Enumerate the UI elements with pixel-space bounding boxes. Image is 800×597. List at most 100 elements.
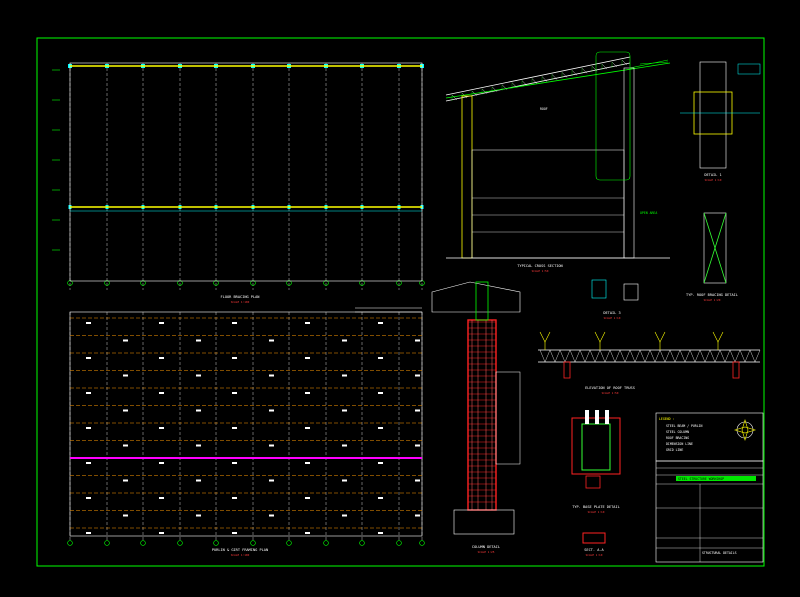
plan-bottom-tag-1-9 xyxy=(415,339,420,342)
plan-bottom-tag-2-0 xyxy=(86,357,91,359)
legend-item-3: ROOF BRACING xyxy=(666,436,689,440)
plan-bottom-tag-0-2 xyxy=(159,322,164,324)
plan-bottom-tag-12-0 xyxy=(86,532,91,534)
plan-bottom-tag-10-2 xyxy=(159,497,164,499)
column-scale: SCALE 1:25 xyxy=(478,550,495,554)
plan-bottom-tag-5-9 xyxy=(415,409,420,412)
plan-bottom-tag-3-3 xyxy=(196,374,201,377)
plan-bottom-tag-11-9 xyxy=(415,514,420,517)
plan-bottom-tag-7-1 xyxy=(123,444,128,447)
plan-bottom-tag-11-5 xyxy=(269,514,274,517)
plan-bottom-tag-8-8 xyxy=(378,462,383,464)
plan-bottom-tag-2-2 xyxy=(159,357,164,359)
plan-bottom-tag-2-4 xyxy=(232,357,237,359)
detail-2-title: TYP. ROOF BRACING DETAIL xyxy=(686,293,738,297)
plan-bottom-tag-2-8 xyxy=(378,357,383,359)
plan-bottom-tag-9-7 xyxy=(342,479,347,482)
detail-2-scale: SCALE 1:20 xyxy=(704,298,721,302)
detail-1-scale: SCALE 1:10 xyxy=(705,178,722,182)
plan-bottom-tag-5-5 xyxy=(269,409,274,412)
plan-bottom-tag-6-8 xyxy=(378,427,383,429)
detail-3-title: DETAIL 3 xyxy=(603,311,620,315)
plan-bottom-tag-1-1 xyxy=(123,339,128,342)
plan-bottom-tag-3-1 xyxy=(123,374,128,377)
base-plate-scale: SCALE 1:10 xyxy=(588,510,605,514)
plan-bottom-tag-8-0 xyxy=(86,462,91,464)
plan-bottom-tag-1-7 xyxy=(342,339,347,342)
plan-bottom-tag-6-4 xyxy=(232,427,237,429)
legend-item-4: DIMENSION LINE xyxy=(666,442,693,446)
anchor-bolt-3 xyxy=(605,410,609,424)
plan-bottom-scale: SCALE 1:100 xyxy=(231,553,250,557)
plan-top-title: FLOOR BRACING PLAN xyxy=(221,295,260,299)
legend-title: LEGEND : xyxy=(659,417,674,421)
anchor-bolt-2 xyxy=(595,410,599,424)
legend-item-2: STEEL COLUMN xyxy=(666,430,689,434)
plan-bottom-tag-3-9 xyxy=(415,374,420,377)
plan-bottom-tag-8-2 xyxy=(159,462,164,464)
plan-bottom-tag-7-5 xyxy=(269,444,274,447)
plan-bottom-tag-5-3 xyxy=(196,409,201,412)
legend-item-5: GRID LINE xyxy=(666,448,683,452)
plan-bottom-tag-9-3 xyxy=(196,479,201,482)
plan-bottom-tag-0-0 xyxy=(86,322,91,324)
project-name: STEEL STRUCTURE WORKSHOP xyxy=(678,477,724,481)
base-plate-title: TYP. BASE PLATE DETAIL xyxy=(572,505,620,509)
plan-bottom-tag-0-6 xyxy=(305,322,310,324)
roof-label: ROOF xyxy=(540,107,548,111)
plan-bottom-tag-4-4 xyxy=(232,392,237,394)
detail-3-scale: SCALE 1:10 xyxy=(604,316,621,320)
sheet-background xyxy=(0,0,800,597)
plan-bottom-tag-3-7 xyxy=(342,374,347,377)
detail-1-title: DETAIL 1 xyxy=(704,173,721,177)
plan-bottom-tag-1-5 xyxy=(269,339,274,342)
plan-bottom-tag-11-3 xyxy=(196,514,201,517)
plan-bottom-tag-4-6 xyxy=(305,392,310,394)
plan-bottom-tag-0-4 xyxy=(232,322,237,324)
plan-bottom-tag-10-8 xyxy=(378,497,383,499)
plan-bottom-title: PURLIN & GIRT FRAMING PLAN xyxy=(212,548,268,552)
plan-bottom-tag-12-4 xyxy=(232,532,237,534)
truss-elevation-title: ELEVATION OF ROOF TRUSS xyxy=(585,386,635,390)
plan-bottom-tag-10-0 xyxy=(86,497,91,499)
plan-bottom-tag-9-9 xyxy=(415,479,420,482)
plan-bottom-tag-9-5 xyxy=(269,479,274,482)
plan-bottom-tag-5-1 xyxy=(123,409,128,412)
plan-bottom-tag-12-6 xyxy=(305,532,310,534)
plan-bottom-tag-11-7 xyxy=(342,514,347,517)
plan-bottom-tag-7-3 xyxy=(196,444,201,447)
plan-bottom-tag-6-0 xyxy=(86,427,91,429)
cross-section-title: TYPICAL CROSS SECTION xyxy=(517,264,562,268)
open-area-label: OPEN AREA xyxy=(640,211,657,215)
plan-bottom-tag-8-6 xyxy=(305,462,310,464)
plan-bottom-tag-7-7 xyxy=(342,444,347,447)
anchor-bolt-1 xyxy=(585,410,589,424)
cad-drawing-sheet: FLOOR BRACING PLAN SCALE 1:100 PURLIN & … xyxy=(0,0,800,597)
plan-bottom-tag-4-2 xyxy=(159,392,164,394)
sheet-name: STRUCTURAL DETAILS xyxy=(702,551,737,555)
truss-elevation-scale: SCALE 1:50 xyxy=(602,391,619,395)
plan-bottom-tag-11-1 xyxy=(123,514,128,517)
plan-bottom-tag-4-8 xyxy=(378,392,383,394)
plan-bottom-tag-5-7 xyxy=(342,409,347,412)
plan-bottom-tag-10-6 xyxy=(305,497,310,499)
plan-bottom-tag-8-4 xyxy=(232,462,237,464)
plan-bottom-tag-10-4 xyxy=(232,497,237,499)
plan-bottom-tag-4-0 xyxy=(86,392,91,394)
plan-bottom-tag-2-6 xyxy=(305,357,310,359)
section-aa-title: SECT. A-A xyxy=(584,548,604,552)
column-title: COLUMN DETAIL xyxy=(472,545,500,549)
section-aa-scale: SCALE 1:10 xyxy=(586,553,603,557)
plan-bottom-tag-1-3 xyxy=(196,339,201,342)
plan-bottom-tag-6-6 xyxy=(305,427,310,429)
plan-top-scale: SCALE 1:100 xyxy=(231,300,250,304)
plan-bottom-tag-6-2 xyxy=(159,427,164,429)
plan-bottom-tag-7-9 xyxy=(415,444,420,447)
legend-item-1: STEEL BEAM / PURLIN xyxy=(666,424,703,428)
plan-bottom-tag-0-8 xyxy=(378,322,383,324)
plan-bottom-tag-9-1 xyxy=(123,479,128,482)
cross-section-scale: SCALE 1:50 xyxy=(532,269,549,273)
plan-bottom-tag-3-5 xyxy=(269,374,274,377)
plan-bottom-tag-12-8 xyxy=(378,532,383,534)
plan-bottom-tag-12-2 xyxy=(159,532,164,534)
